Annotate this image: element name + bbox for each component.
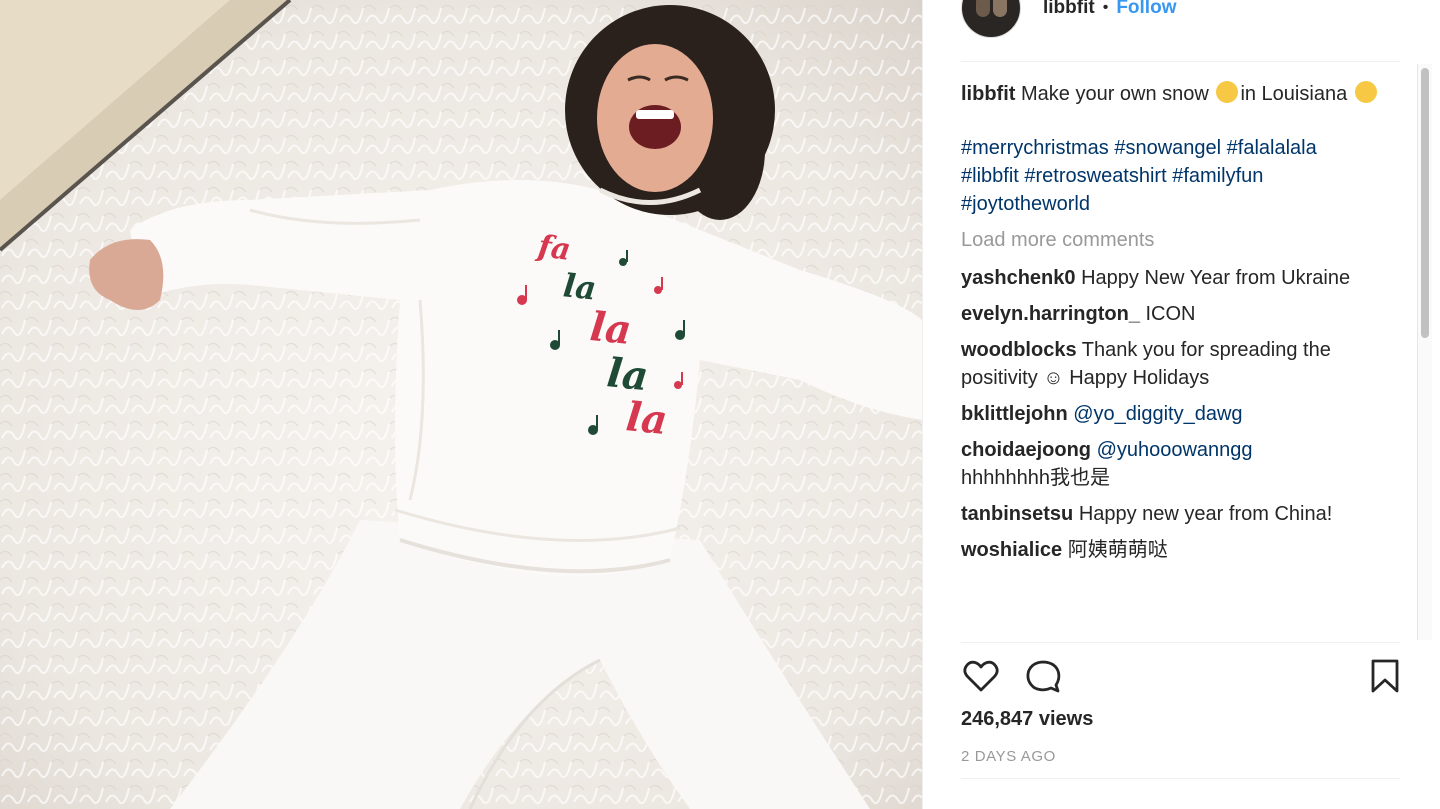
comment-username[interactable]: bklittlejohn <box>961 403 1068 425</box>
angel-emoji-icon <box>1216 81 1239 103</box>
laughing-emoji-icon <box>1354 81 1377 103</box>
caption: libbfit Make your own snow in Louisiana … <box>961 80 1401 218</box>
comment-username[interactable]: yashchenk0 <box>961 267 1076 289</box>
comment-item: choidaejoong @yuhooowanngg hhhhhhhh我也是 <box>961 436 1401 492</box>
comment-item: woshialice 阿姨萌萌哒 <box>961 536 1401 564</box>
sweatshirt-word-2: la <box>561 266 598 307</box>
hashtag[interactable]: #falalalala <box>1227 137 1317 159</box>
actions-divider <box>961 642 1400 643</box>
like-button[interactable] <box>961 656 1001 696</box>
sweatshirt-word-5: la <box>624 393 670 444</box>
sweatshirt-word-3: la <box>588 303 634 354</box>
comment-text: Happy New Year from Ukraine <box>1081 267 1351 289</box>
caption-text: Make your own snow <box>1021 83 1209 105</box>
comment-icon <box>1026 660 1061 693</box>
post-media[interactable]: fa la la la la <box>0 0 922 809</box>
comment-text: 阿姨萌萌哒 <box>1067 539 1168 561</box>
caption-username[interactable]: libbfit <box>961 83 1015 105</box>
save-button[interactable] <box>1365 656 1405 696</box>
comment-username[interactable]: choidaejoong <box>961 439 1091 461</box>
post-actions <box>961 656 1401 700</box>
comment-username[interactable]: woodblocks <box>961 339 1077 361</box>
hashtag[interactable]: #snowangel <box>1114 137 1221 159</box>
post-side-panel: libbfit • Follow libbfit Make your own s… <box>922 0 1440 809</box>
comment-text: ICON <box>1145 303 1196 325</box>
post-header: libbfit • Follow <box>961 0 1176 38</box>
bookmark-icon <box>1371 659 1399 693</box>
comment-item: bklittlejohn @yo_diggity_dawg <box>961 400 1401 428</box>
header-separator: • <box>1102 0 1109 16</box>
header-divider <box>961 61 1400 62</box>
hashtag[interactable]: #joytotheworld <box>961 193 1090 215</box>
sweatshirt-word-1: fa <box>534 229 573 268</box>
heart-icon <box>963 660 999 692</box>
comment-item: yashchenk0 Happy New Year from Ukraine <box>961 264 1401 292</box>
comment-item: evelyn.harrington_ ICON <box>961 300 1401 328</box>
hashtag[interactable]: #retrosweatshirt <box>1024 165 1166 187</box>
comment-button[interactable] <box>1023 656 1063 696</box>
bottom-divider <box>961 778 1400 779</box>
comment-item: tanbinsetsu Happy new year from China! <box>961 500 1401 528</box>
hashtag[interactable]: #merrychristmas <box>961 137 1109 159</box>
comment-mention[interactable]: @yo_diggity_dawg <box>1073 403 1242 425</box>
sweatshirt-word-4: la <box>605 349 651 400</box>
comment-mention[interactable]: @yuhooowanngg <box>1097 439 1253 461</box>
hashtag[interactable]: #familyfun <box>1172 165 1263 187</box>
caption-text-2: in Louisiana <box>1240 83 1348 105</box>
hashtag[interactable]: #libbfit <box>961 165 1019 187</box>
post-photo: fa la la la la <box>0 0 922 809</box>
comments-list[interactable]: libbfit Make your own snow in Louisiana … <box>961 80 1401 642</box>
comment-text: hhhhhhhh我也是 <box>961 467 1110 489</box>
avatar[interactable] <box>961 0 1021 38</box>
view-count[interactable]: 246,847 views <box>961 708 1093 731</box>
comment-username[interactable]: tanbinsetsu <box>961 503 1073 525</box>
comments-scrollbar[interactable] <box>1417 64 1432 640</box>
load-more-comments-button[interactable]: Load more comments <box>961 226 1401 254</box>
caption-hashtags: #merrychristmas #snowangel #falalalala #… <box>961 134 1401 218</box>
comment-text: Happy new year from China! <box>1078 503 1333 525</box>
scrollbar-thumb[interactable] <box>1421 68 1429 338</box>
follow-button[interactable]: Follow <box>1116 0 1176 19</box>
header-username[interactable]: libbfit <box>1043 0 1095 19</box>
post-timestamp[interactable]: 2 DAYS AGO <box>961 748 1056 765</box>
comment-item: woodblocks Thank you for spreading the p… <box>961 336 1401 392</box>
comment-username[interactable]: evelyn.harrington_ <box>961 303 1140 325</box>
comment-username[interactable]: woshialice <box>961 539 1062 561</box>
